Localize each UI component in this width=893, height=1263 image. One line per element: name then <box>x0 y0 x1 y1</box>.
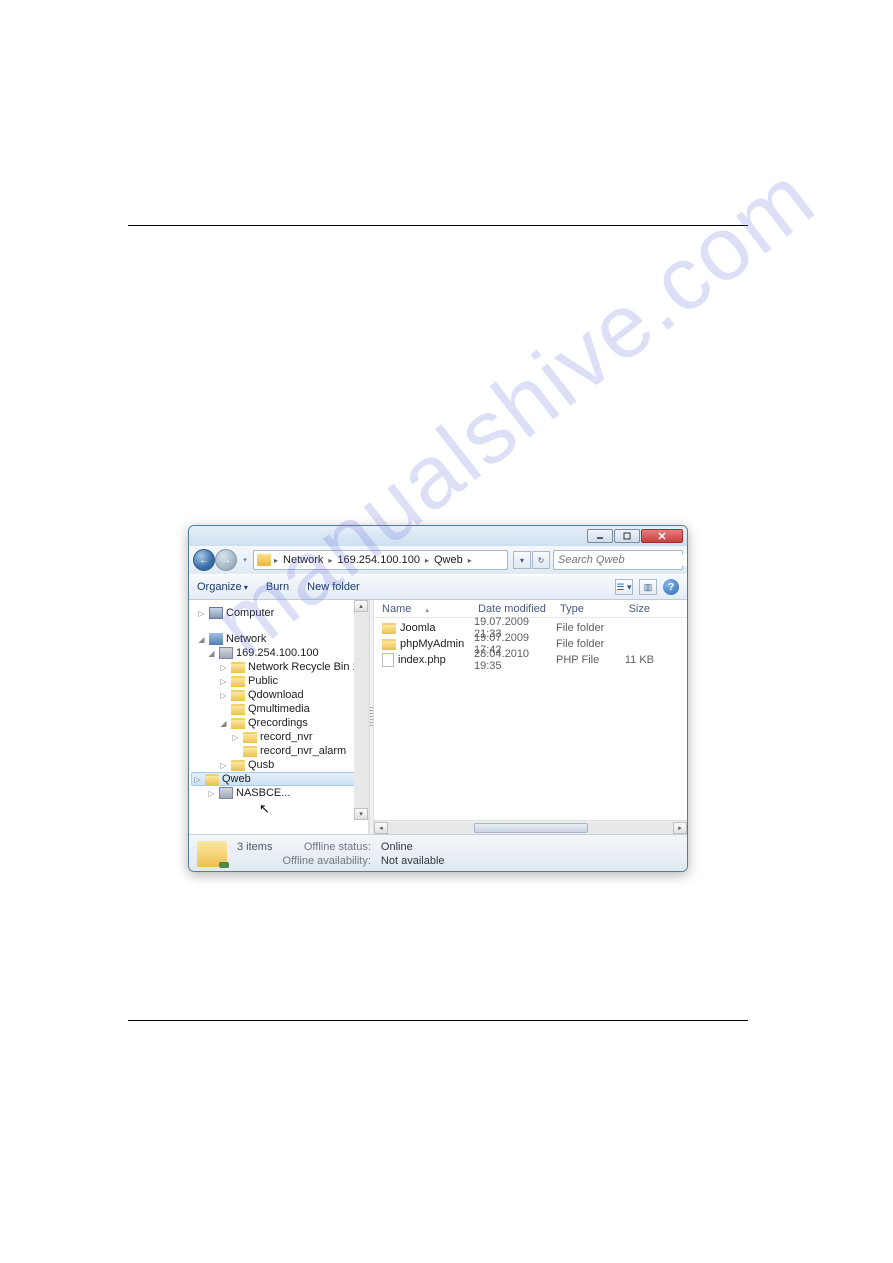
list-pane: Name▴ Date modified Type Size Joomla 19.… <box>374 600 687 834</box>
folder-icon <box>231 704 245 715</box>
col-size[interactable]: Size <box>614 603 654 615</box>
page-top-rule <box>128 225 748 226</box>
tree-qrecordings[interactable]: ◢Qrecordings <box>191 716 366 730</box>
breadcrumb[interactable]: ▸ Network ▸ 169.254.100.100 ▸ Qweb ▸ <box>253 550 508 570</box>
cursor-icon: ↖ <box>259 801 270 817</box>
file-icon <box>382 653 394 667</box>
splitter[interactable] <box>369 600 374 834</box>
refresh-button[interactable]: ↻ <box>532 551 550 569</box>
tree-record-nvr[interactable]: ▷record_nvr <box>191 730 366 744</box>
status-bar: 3 items Offline status: Online Offline a… <box>189 834 687 872</box>
col-type[interactable]: Type <box>556 603 614 615</box>
nav-arrows: ← → <box>193 549 237 571</box>
col-date[interactable]: Date modified <box>474 603 556 615</box>
folder-icon <box>243 732 257 743</box>
tree-recycle[interactable]: ▷Network Recycle Bin 1 <box>191 660 366 674</box>
scroll-right-icon[interactable]: ▸ <box>673 822 687 834</box>
col-name[interactable]: Name▴ <box>378 603 474 615</box>
toolbar: Organize Burn New folder ☰ ▾ ▥ ? <box>189 574 687 600</box>
offline-avail-label: Offline availability: <box>282 855 370 867</box>
scroll-up-icon[interactable]: ▴ <box>354 600 368 612</box>
server-icon <box>219 647 233 659</box>
server-icon <box>219 787 233 799</box>
window-controls <box>587 529 683 543</box>
tree-nas[interactable]: ▷NASBCE... <box>191 786 366 800</box>
offline-avail-value: Not available <box>381 855 445 867</box>
tree-qmultimedia[interactable]: Qmultimedia <box>191 702 366 716</box>
file-row[interactable]: index.php 28.04.2010 19:35 PHP File 11 K… <box>378 652 683 668</box>
preview-pane-button[interactable]: ▥ <box>639 579 657 595</box>
folder-icon <box>205 774 219 785</box>
tree-public[interactable]: ▷Public <box>191 674 366 688</box>
tree-qusb[interactable]: ▷Qusb <box>191 758 366 772</box>
tree-computer[interactable]: ▷Computer <box>191 606 366 620</box>
horizontal-scrollbar[interactable]: ◂ ▸ <box>374 820 687 834</box>
folder-icon <box>231 676 245 687</box>
burn-button[interactable]: Burn <box>266 581 289 593</box>
breadcrumb-qweb[interactable]: Qweb <box>432 554 465 566</box>
view-menu[interactable]: ☰ ▾ <box>615 579 633 595</box>
scroll-down-icon[interactable]: ▾ <box>354 808 368 820</box>
nav-bar: ← → ▾ ▸ Network ▸ 169.254.100.100 ▸ Qweb… <box>189 546 687 574</box>
help-icon[interactable]: ? <box>663 579 679 595</box>
minimize-button[interactable] <box>587 529 613 543</box>
file-list: Joomla 19.07.2009 21:33 File folder phpM… <box>374 618 687 670</box>
folder-icon <box>231 690 245 701</box>
tree-network[interactable]: ◢Network <box>191 632 366 646</box>
back-button[interactable]: ← <box>193 549 215 571</box>
folder-icon <box>231 760 245 771</box>
offline-status-value: Online <box>381 841 445 853</box>
maximize-button[interactable] <box>614 529 640 543</box>
close-button[interactable] <box>641 529 683 543</box>
title-bar <box>189 526 687 546</box>
tree-qweb[interactable]: ▷Qweb <box>191 772 366 786</box>
explorer-window: ← → ▾ ▸ Network ▸ 169.254.100.100 ▸ Qweb… <box>188 525 688 872</box>
folder-icon <box>243 746 257 757</box>
status-folder-icon <box>197 841 227 867</box>
computer-icon <box>209 607 223 619</box>
breadcrumb-network[interactable]: Network <box>281 554 325 566</box>
sort-asc-icon: ▴ <box>425 607 429 614</box>
folder-icon <box>231 662 245 673</box>
page-bottom-rule <box>128 1020 748 1021</box>
folder-icon <box>257 554 271 566</box>
tree-ip[interactable]: ◢169.254.100.100 <box>191 646 366 660</box>
content-area: ▷Computer ◢Network ◢169.254.100.100 ▷Net… <box>189 600 687 834</box>
breadcrumb-sep-icon: ▸ <box>274 556 278 565</box>
tree-qdownload[interactable]: ▷Qdownload <box>191 688 366 702</box>
breadcrumb-sep-icon: ▸ <box>328 556 332 565</box>
breadcrumb-sep-icon: ▸ <box>468 556 472 565</box>
network-icon <box>209 633 223 645</box>
scroll-thumb[interactable] <box>474 823 588 833</box>
search-box[interactable]: 🔍 <box>553 550 683 570</box>
folder-icon <box>231 718 245 729</box>
status-item-count: 3 items <box>237 841 272 853</box>
scroll-left-icon[interactable]: ◂ <box>374 822 388 834</box>
breadcrumb-ip[interactable]: 169.254.100.100 <box>335 554 422 566</box>
forward-button[interactable]: → <box>215 549 237 571</box>
history-dropdown[interactable]: ▾ <box>240 556 250 564</box>
folder-icon <box>382 623 396 634</box>
folder-icon <box>382 639 396 650</box>
organize-menu[interactable]: Organize <box>197 581 248 593</box>
tree-pane: ▷Computer ◢Network ◢169.254.100.100 ▷Net… <box>189 600 369 834</box>
tree-scrollbar[interactable]: ▴ ▾ <box>354 600 368 820</box>
breadcrumb-sep-icon: ▸ <box>425 556 429 565</box>
offline-status-label: Offline status: <box>282 841 370 853</box>
breadcrumb-dropdown[interactable]: ▾ <box>513 551 531 569</box>
tree-record-nvr-alarm[interactable]: record_nvr_alarm <box>191 744 366 758</box>
new-folder-button[interactable]: New folder <box>307 581 360 593</box>
search-input[interactable] <box>558 554 688 566</box>
